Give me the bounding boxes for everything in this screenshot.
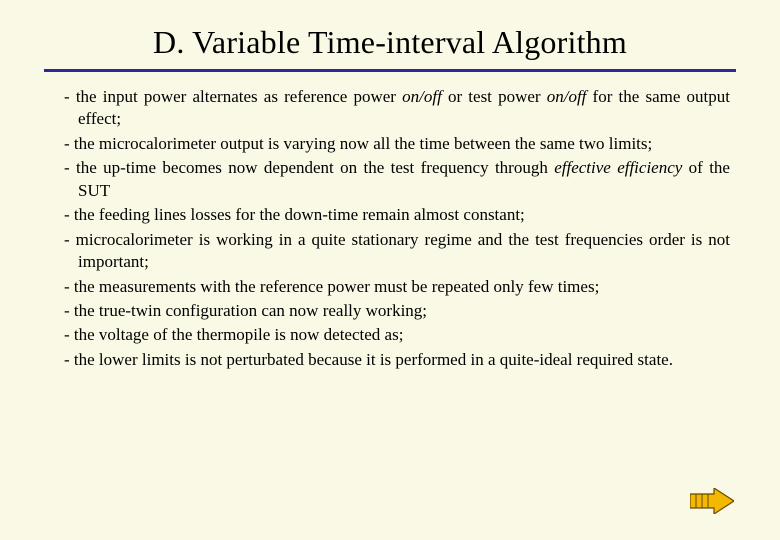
emphasis: on/off	[547, 87, 587, 106]
bullet-item: - the lower limits is not perturbated be…	[50, 349, 730, 371]
slide: D. Variable Time-interval Algorithm - th…	[0, 0, 780, 540]
bullet-item: - the true-twin configuration can now re…	[50, 300, 730, 322]
next-arrow-icon[interactable]	[690, 488, 734, 514]
arrow-shape	[690, 488, 734, 514]
slide-title: D. Variable Time-interval Algorithm	[44, 24, 736, 61]
emphasis: on/off	[402, 87, 442, 106]
text-fragment: or test power	[442, 87, 547, 106]
bullet-item: - the voltage of the thermopile is now d…	[50, 324, 730, 346]
title-underline	[44, 69, 736, 72]
bullet-item: - the feeding lines losses for the down-…	[50, 204, 730, 226]
text-fragment: - the input power alternates as referenc…	[64, 87, 402, 106]
emphasis: effective efficiency	[554, 158, 682, 177]
bullet-item: - the microcalorimeter output is varying…	[50, 133, 730, 155]
bullet-item: - the input power alternates as referenc…	[50, 86, 730, 131]
bullet-item: - the measurements with the reference po…	[50, 276, 730, 298]
bullet-item: - the up-time becomes now dependent on t…	[50, 157, 730, 202]
slide-body: - the input power alternates as referenc…	[44, 86, 736, 371]
bullet-item: - microcalorimeter is working in a quite…	[50, 229, 730, 274]
text-fragment: - the up-time becomes now dependent on t…	[64, 158, 554, 177]
